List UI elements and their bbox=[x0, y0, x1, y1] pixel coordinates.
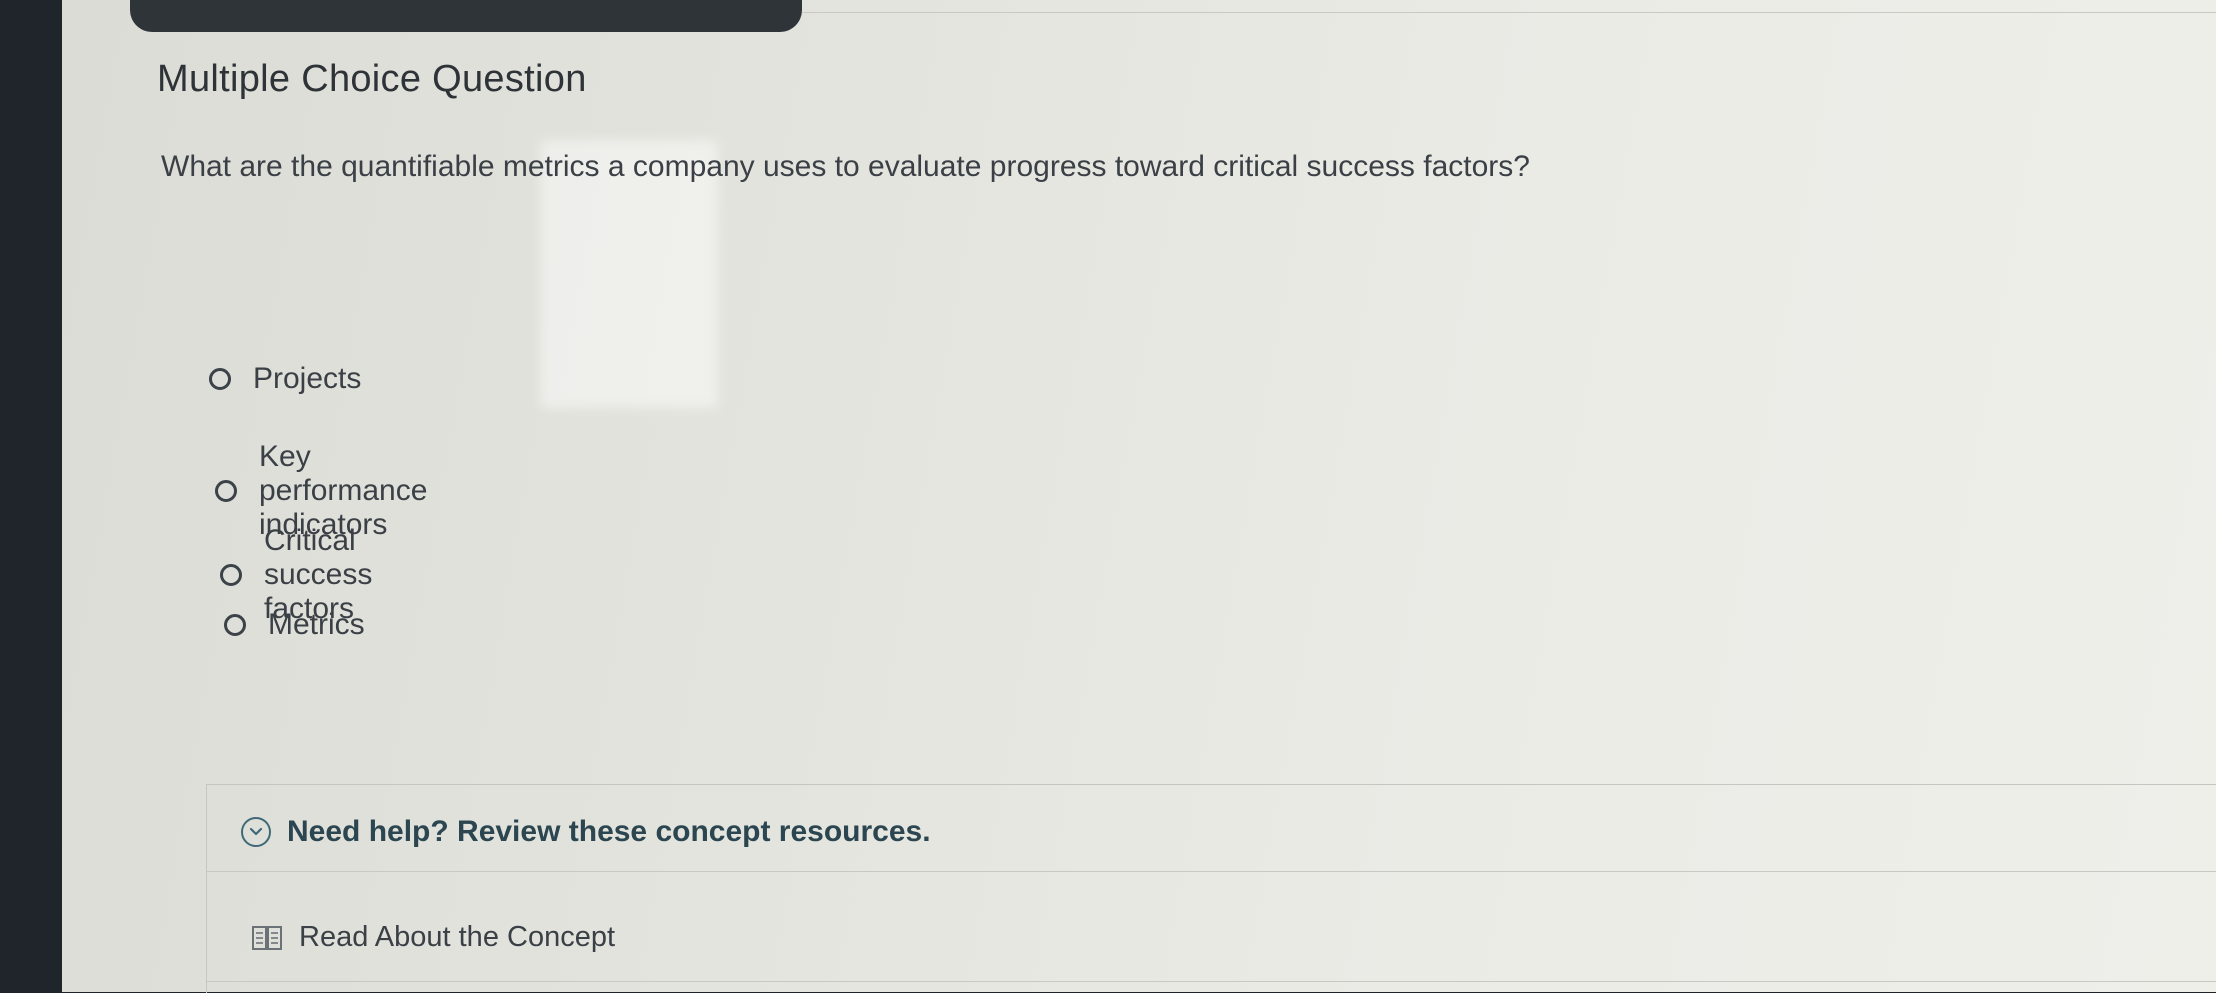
question-heading: Multiple Choice Question bbox=[157, 58, 587, 100]
concept-resources-panel: Need help? Review these concept resource… bbox=[206, 784, 2216, 993]
radio-button[interactable] bbox=[209, 368, 231, 390]
help-toggle[interactable]: Need help? Review these concept resource… bbox=[241, 815, 931, 849]
top-nav-bar bbox=[130, 0, 802, 32]
help-toggle-label: Need help? Review these concept resource… bbox=[287, 815, 931, 848]
panel-divider bbox=[207, 871, 2216, 872]
chevron-down-icon[interactable] bbox=[241, 817, 271, 847]
radio-button[interactable] bbox=[220, 564, 242, 586]
read-about-concept-link[interactable]: Read About the Concept bbox=[251, 921, 615, 954]
radio-button[interactable] bbox=[224, 614, 246, 636]
choice-metrics[interactable]: Metrics bbox=[224, 608, 365, 642]
question-page: Multiple Choice Question What are the qu… bbox=[62, 0, 2216, 993]
radio-button[interactable] bbox=[215, 480, 237, 502]
choice-label: Metrics bbox=[268, 608, 365, 641]
read-about-concept-label: Read About the Concept bbox=[299, 921, 616, 953]
choice-label: Projects bbox=[253, 362, 362, 395]
choice-projects[interactable]: Projects bbox=[209, 362, 361, 396]
panel-bottom-divider bbox=[207, 981, 2216, 982]
question-prompt: What are the quantifiable metrics a comp… bbox=[161, 150, 1530, 183]
top-divider bbox=[802, 12, 2216, 13]
book-icon bbox=[251, 924, 283, 952]
